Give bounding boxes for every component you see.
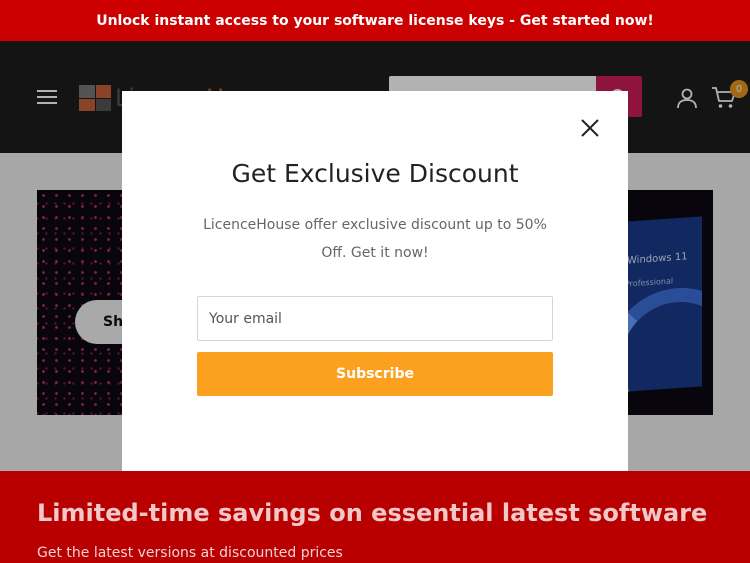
modal-description: LicenceHouse offer exclusive discount up… — [203, 217, 547, 261]
subscribe-button[interactable]: Subscribe — [197, 352, 553, 396]
promo-subtitle: Get the latest versions at discounted pr… — [37, 545, 343, 561]
modal-title: Get Exclusive Discount — [231, 159, 519, 188]
email-field[interactable] — [197, 296, 553, 341]
promo-title: Limited-time savings on essential latest… — [37, 499, 708, 527]
announcement-text[interactable]: Unlock instant access to your software l… — [96, 13, 654, 29]
discount-modal: Get Exclusive Discount LicenceHouse offe… — [122, 91, 628, 471]
announcement-bar[interactable]: Unlock instant access to your software l… — [0, 0, 750, 41]
promo-section: Limited-time savings on essential latest… — [0, 471, 750, 563]
close-icon[interactable] — [578, 116, 602, 140]
